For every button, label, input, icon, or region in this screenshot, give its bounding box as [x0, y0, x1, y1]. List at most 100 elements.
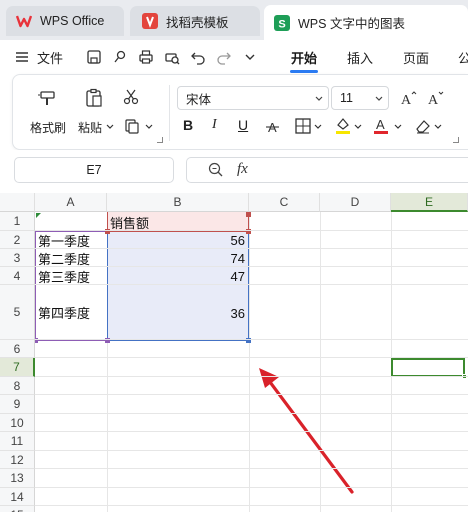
- menu-tab-page[interactable]: 页面: [403, 48, 429, 67]
- gridline: [35, 431, 468, 432]
- italic-icon[interactable]: I: [212, 117, 217, 133]
- formula-bar: E7 fx: [0, 150, 468, 190]
- save-icon[interactable]: [84, 47, 104, 67]
- select-all-corner[interactable]: [0, 193, 35, 212]
- gridline: [35, 487, 468, 488]
- font-size-select[interactable]: 11: [331, 86, 389, 110]
- column-header-a[interactable]: A: [35, 193, 107, 212]
- cell-a3[interactable]: 第二季度: [38, 249, 90, 267]
- gridline: [249, 212, 250, 512]
- row-header-4[interactable]: 4: [0, 267, 35, 285]
- share-link-icon[interactable]: [110, 47, 130, 67]
- row-header-9[interactable]: 9: [0, 395, 35, 414]
- column-header-d[interactable]: D: [320, 193, 391, 212]
- ribbon-toolbar: 格式刷 粘贴 宋体 11 A A B I U A A: [12, 74, 468, 150]
- format-painter-icon[interactable]: [37, 87, 59, 109]
- wps-logo-icon: [15, 13, 33, 29]
- eraser-icon[interactable]: [413, 116, 433, 136]
- gridline: [35, 248, 468, 249]
- selected-cell-e7[interactable]: [391, 358, 465, 377]
- cell-b3[interactable]: 74: [108, 249, 249, 267]
- active-tab-indicator: [290, 70, 318, 73]
- menu-file[interactable]: 文件: [37, 48, 63, 67]
- row-header-15[interactable]: 15: [0, 506, 35, 512]
- tab-current-document[interactable]: S WPS 文字中的图表: [264, 5, 468, 40]
- borders-dropdown-icon[interactable]: [313, 121, 323, 131]
- undo-icon[interactable]: [188, 47, 208, 67]
- decrease-font-size-icon[interactable]: A: [426, 88, 446, 108]
- sheet-logo-icon: S: [274, 14, 290, 31]
- column-header-c[interactable]: C: [249, 193, 320, 212]
- cell-a5[interactable]: 第四季度: [38, 303, 90, 321]
- gridline: [35, 284, 468, 285]
- row-header-7[interactable]: 7: [0, 358, 35, 377]
- print-icon[interactable]: [136, 47, 156, 67]
- strikethrough-icon[interactable]: A: [263, 117, 283, 137]
- row-header-1[interactable]: 1: [0, 212, 35, 231]
- row-header-12[interactable]: 12: [0, 451, 35, 469]
- svg-text:A: A: [376, 117, 385, 132]
- fx-icon[interactable]: fx: [237, 161, 248, 178]
- copy-dropdown-icon[interactable]: [144, 121, 154, 131]
- annotation-arrow: [259, 368, 354, 494]
- bold-icon[interactable]: B: [183, 117, 193, 133]
- menu-tab-formula[interactable]: 公: [458, 48, 468, 67]
- eraser-dropdown-icon[interactable]: [433, 121, 443, 131]
- menu-tab-start[interactable]: 开始: [291, 48, 317, 67]
- font-name-select[interactable]: 宋体: [177, 86, 329, 110]
- print-preview-icon[interactable]: [162, 47, 182, 67]
- tab-bar: WPS Office 找稻壳模板 S WPS 文字中的图表: [0, 0, 468, 40]
- fill-color-icon[interactable]: [333, 115, 353, 135]
- row-header-5[interactable]: 5: [0, 285, 35, 340]
- menu-row: 文件 开始 插入 页面 公: [0, 40, 468, 74]
- formula-input[interactable]: fx: [186, 157, 468, 183]
- cell-b5[interactable]: 36: [108, 304, 249, 322]
- column-header-e[interactable]: E: [391, 193, 468, 212]
- chevron-down-icon[interactable]: [240, 47, 260, 67]
- format-painter-label[interactable]: 格式刷: [30, 119, 66, 136]
- row-header-6[interactable]: 6: [0, 340, 35, 358]
- clipboard-group-launcher-icon[interactable]: [157, 137, 163, 143]
- name-box[interactable]: E7: [14, 157, 174, 183]
- font-color-dropdown-icon[interactable]: [393, 121, 403, 131]
- menu-tab-insert[interactable]: 插入: [347, 48, 373, 67]
- font-group-launcher-icon[interactable]: [453, 137, 459, 143]
- row-header-14[interactable]: 14: [0, 488, 35, 506]
- font-color-icon[interactable]: A: [371, 115, 391, 135]
- tab-daoke-template[interactable]: 找稻壳模板: [130, 6, 260, 36]
- paste-label[interactable]: 粘贴: [78, 119, 102, 136]
- row-header-2[interactable]: 2: [0, 231, 35, 249]
- cell-b4[interactable]: 47: [108, 267, 249, 285]
- gridline: [35, 266, 468, 267]
- fill-color-dropdown-icon[interactable]: [353, 121, 363, 131]
- row-header-10[interactable]: 10: [0, 414, 35, 432]
- row-header-13[interactable]: 13: [0, 469, 35, 488]
- cell-a2[interactable]: 第一季度: [38, 231, 90, 249]
- gridline: [35, 413, 468, 414]
- paste-dropdown-icon[interactable]: [105, 121, 115, 131]
- tab-label: 找稻壳模板: [166, 15, 229, 30]
- gridline: [35, 450, 468, 451]
- cell-reference: E7: [86, 163, 102, 177]
- paste-icon[interactable]: [83, 87, 105, 109]
- cell-b1[interactable]: 销售额: [110, 213, 149, 231]
- font-size-value: 11: [340, 91, 353, 105]
- cut-icon[interactable]: [121, 87, 141, 107]
- range-handle[interactable]: [246, 212, 251, 217]
- increase-font-size-icon[interactable]: A: [399, 88, 419, 108]
- row-header-3[interactable]: 3: [0, 249, 35, 267]
- copy-icon[interactable]: [122, 116, 142, 136]
- cell-a4[interactable]: 第三季度: [38, 267, 90, 285]
- redo-icon[interactable]: [214, 47, 234, 67]
- zoom-search-icon[interactable]: [207, 161, 225, 179]
- tab-wps-office[interactable]: WPS Office: [6, 6, 124, 36]
- gridline: [35, 376, 468, 377]
- spreadsheet-grid[interactable]: A B C D E 销售额 第一季度 56 第二季度 74 第三季度 47 第四…: [0, 193, 468, 512]
- row-header-11[interactable]: 11: [0, 432, 35, 451]
- hamburger-menu-icon[interactable]: [12, 47, 32, 67]
- column-header-b[interactable]: B: [107, 193, 249, 212]
- cell-b2[interactable]: 56: [108, 231, 249, 249]
- underline-icon[interactable]: U: [238, 117, 248, 133]
- row-header-8[interactable]: 8: [0, 377, 35, 395]
- borders-icon[interactable]: [293, 116, 313, 136]
